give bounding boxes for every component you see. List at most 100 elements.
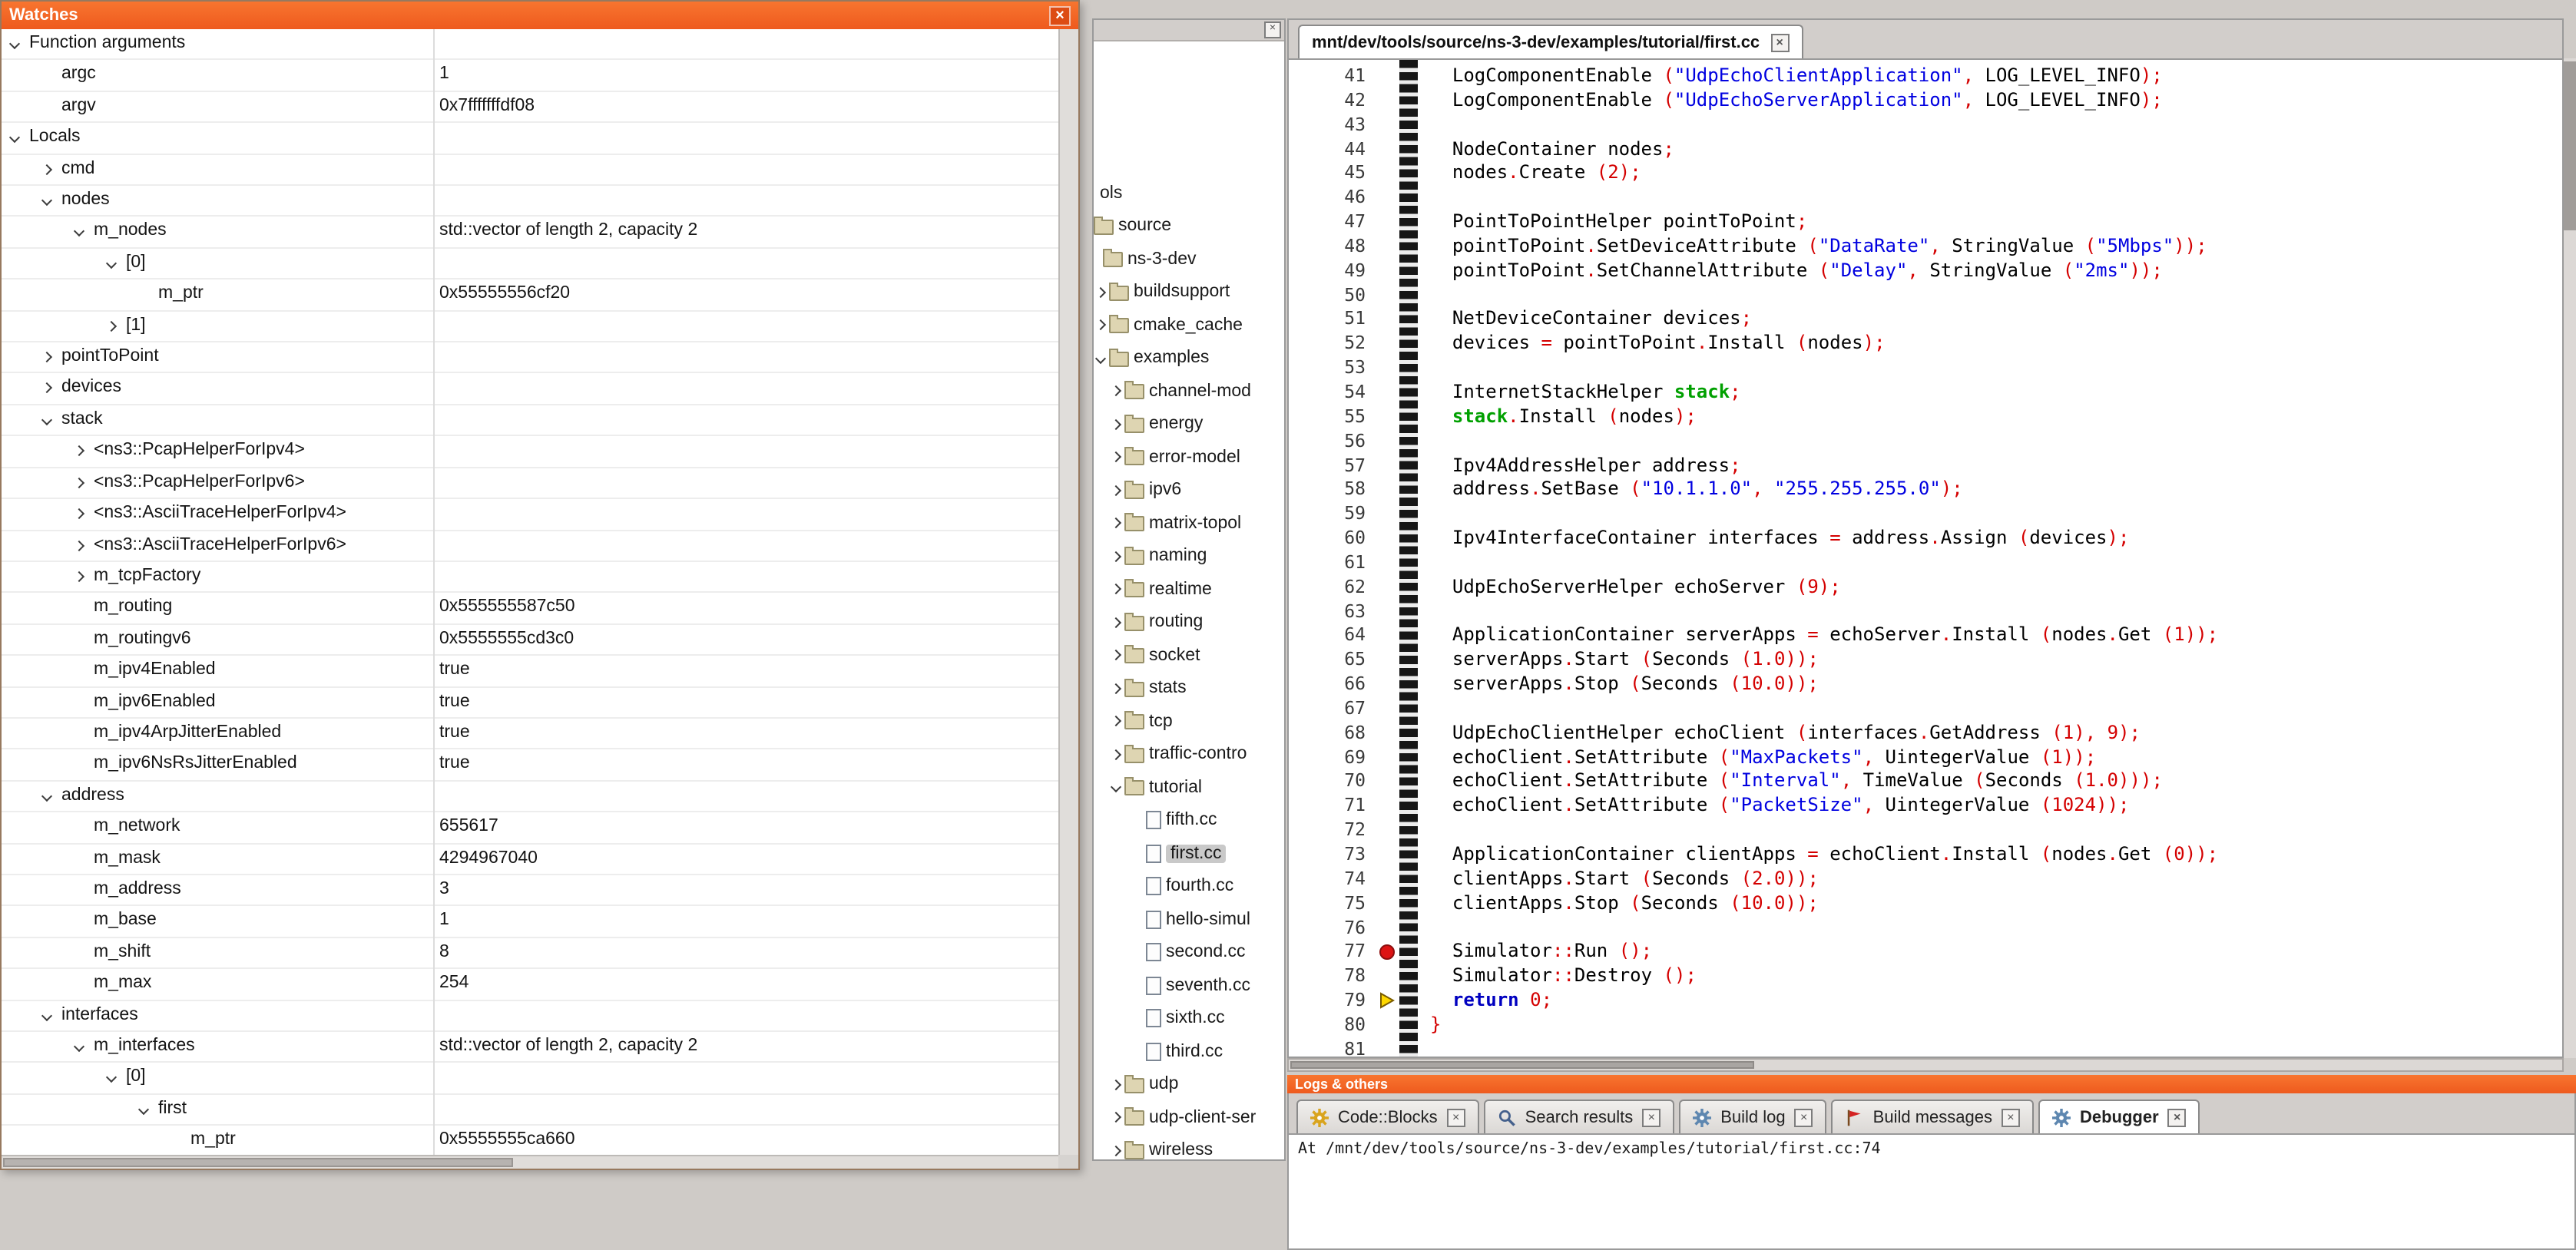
collapse-chevron-icon[interactable] [40,789,54,803]
expand-chevron-icon[interactable] [1109,385,1123,398]
editor-tab-first-cc[interactable]: mnt/dev/tools/source/ns-3-dev/examples/t… [1298,25,1803,58]
marker-cell[interactable] [1375,1038,1399,1059]
tree-item-naming[interactable]: naming [1094,540,1284,573]
watch-row[interactable]: m_address3 [2,875,1058,907]
watches-vscrollbar[interactable] [1058,29,1078,1155]
marker-cell[interactable] [1375,746,1399,770]
watch-row[interactable]: m_routing0x555555587c50 [2,594,1058,625]
watch-row[interactable]: m_network655617 [2,812,1058,844]
watch-row[interactable]: cmd [2,154,1058,186]
watch-row[interactable]: argv0x7fffffffdf08 [2,92,1058,124]
watch-row[interactable]: [1] [2,311,1058,342]
expand-chevron-icon[interactable] [1109,484,1123,498]
close-icon[interactable]: × [2168,1108,2187,1126]
tree-item-second-cc[interactable]: second.cc [1094,936,1284,969]
collapse-chevron-icon[interactable] [72,1040,86,1053]
scrollbar-thumb[interactable] [2564,61,2576,230]
close-icon[interactable]: × [1049,5,1071,25]
tree-item-examples[interactable]: examples [1094,342,1284,375]
marker-cell[interactable] [1375,989,1399,1014]
expand-chevron-icon[interactable] [1109,649,1123,663]
expand-chevron-icon[interactable] [72,475,86,489]
collapse-chevron-icon[interactable] [1109,781,1123,795]
expand-chevron-icon[interactable] [1109,1078,1123,1092]
marker-cell[interactable] [1375,624,1399,649]
tree-item-matrix-topol[interactable]: matrix-topol [1094,507,1284,540]
logs-tab-debugger[interactable]: Debugger× [2038,1100,2200,1133]
logs-tab-build-log[interactable]: Build log× [1679,1100,1826,1133]
tree-item-buildsupport[interactable]: buildsupport [1094,276,1284,309]
watch-row[interactable]: m_ipv6NsRsJitterEnabledtrue [2,750,1058,782]
watch-row[interactable]: devices [2,374,1058,405]
expand-chevron-icon[interactable] [1109,583,1123,597]
watches-titlebar[interactable]: Watches × [2,2,1078,29]
marker-cell[interactable] [1375,527,1399,551]
watch-row[interactable]: <ns3::AsciiTraceHelperForIpv6> [2,531,1058,562]
breakpoint-icon[interactable] [1379,945,1395,961]
watches-column-divider[interactable] [433,29,435,1155]
marker-cell[interactable] [1375,868,1399,892]
marker-cell[interactable] [1375,186,1399,210]
watch-row[interactable]: <ns3::PcapHelperForIpv4> [2,437,1058,468]
marker-cell[interactable] [1375,113,1399,137]
line-number-margin[interactable]: 4142434445464748495051525354555657585960… [1289,60,1375,1057]
code-text[interactable]: LogComponentEnable ("UdpEchoClientApplic… [1418,60,2562,1057]
expand-chevron-icon[interactable] [1094,286,1108,299]
tree-item-ols[interactable]: ols [1094,177,1284,210]
marker-cell[interactable] [1375,429,1399,454]
expand-chevron-icon[interactable] [1094,319,1108,332]
marker-cell[interactable] [1375,649,1399,673]
marker-cell[interactable] [1375,795,1399,819]
editor-hscrollbar[interactable] [1287,1058,2564,1072]
collapse-chevron-icon[interactable] [72,225,86,239]
marker-cell[interactable] [1375,235,1399,260]
marker-cell[interactable] [1375,770,1399,795]
close-icon[interactable]: × [1795,1108,1813,1126]
tree-item-tcp[interactable]: tcp [1094,705,1284,738]
expand-chevron-icon[interactable] [1109,715,1123,729]
tree-item-udp[interactable]: udp [1094,1068,1284,1101]
marker-cell[interactable] [1375,454,1399,478]
expand-chevron-icon[interactable] [1109,1111,1123,1125]
watch-row[interactable]: m_shift8 [2,938,1058,970]
marker-cell[interactable] [1375,162,1399,187]
logs-titlebar[interactable]: Logs & others [1287,1075,2576,1093]
watch-row[interactable]: m_tcpFactory [2,562,1058,594]
expand-chevron-icon[interactable] [1109,550,1123,564]
close-icon[interactable]: × [1642,1108,1660,1126]
tree-item-tutorial[interactable]: tutorial [1094,771,1284,804]
scrollbar-thumb[interactable] [3,1158,513,1167]
watch-row[interactable]: Function arguments [2,29,1058,61]
collapse-chevron-icon[interactable] [104,1071,118,1085]
breakpoint-margin[interactable] [1375,60,1399,1057]
marker-cell[interactable] [1375,697,1399,722]
watch-row[interactable]: pointToPoint [2,342,1058,374]
marker-cell[interactable] [1375,137,1399,162]
code-editor[interactable]: 4142434445464748495051525354555657585960… [1287,58,2564,1058]
collapse-chevron-icon[interactable] [104,256,118,270]
tree-item-socket[interactable]: socket [1094,639,1284,672]
marker-cell[interactable] [1375,722,1399,746]
marker-cell[interactable] [1375,64,1399,89]
expand-chevron-icon[interactable] [1109,517,1123,531]
tree-item-udp-client-ser[interactable]: udp-client-ser [1094,1101,1284,1134]
tree-item-cmake-cache[interactable]: cmake_cache [1094,309,1284,342]
close-icon[interactable]: × [2002,1108,2020,1126]
watch-row[interactable]: nodes [2,186,1058,217]
watches-hscrollbar[interactable] [2,1155,1058,1169]
expand-chevron-icon[interactable] [72,445,86,458]
expand-chevron-icon[interactable] [1109,451,1123,465]
tree-item-third-cc[interactable]: third.cc [1094,1035,1284,1068]
watch-row[interactable]: first [2,1095,1058,1126]
project-tree-titlebar[interactable]: × [1094,20,1284,41]
marker-cell[interactable] [1375,356,1399,381]
marker-cell[interactable] [1375,673,1399,697]
logs-tab-search-results[interactable]: Search results× [1484,1100,1675,1133]
marker-cell[interactable] [1375,381,1399,405]
scrollbar-thumb[interactable] [1290,1061,1754,1069]
marker-cell[interactable] [1375,891,1399,916]
expand-chevron-icon[interactable] [72,570,86,584]
marker-cell[interactable] [1375,843,1399,868]
tree-item-source[interactable]: source [1094,210,1284,243]
watch-row[interactable]: m_ipv4ArpJitterEnabledtrue [2,719,1058,750]
